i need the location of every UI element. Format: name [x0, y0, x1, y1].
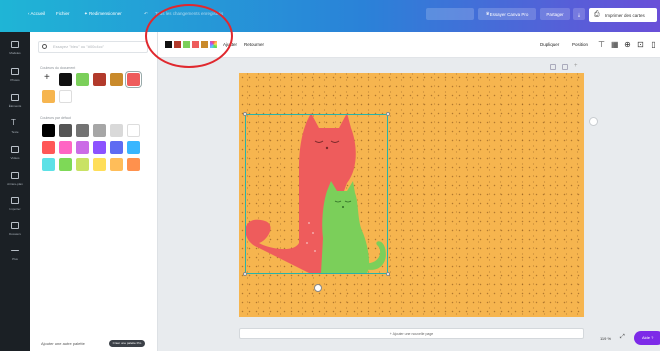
default-swatch[interactable] [59, 158, 72, 171]
default-swatch[interactable] [59, 141, 72, 154]
video-icon [11, 146, 19, 153]
default-swatch[interactable] [76, 158, 89, 171]
duplicate-button[interactable]: Dupliquer [540, 42, 559, 47]
rail-item-video[interactable]: Vidéos [0, 143, 30, 169]
page-copy-icon[interactable] [562, 64, 568, 70]
background-icon [11, 172, 19, 179]
print-button[interactable]: ⎙ Imprimer des cartes [589, 8, 657, 22]
default-swatch[interactable] [76, 124, 89, 137]
file-menu[interactable]: Fichier [56, 11, 70, 16]
page-more-icon[interactable]: + [574, 63, 580, 70]
fullscreen-icon[interactable]: ⤢ [620, 334, 625, 341]
doc-swatch[interactable] [76, 73, 89, 86]
text-icon: T [11, 118, 16, 127]
undo-icon[interactable]: ↶ [144, 11, 148, 17]
add-color-button[interactable]: + [44, 72, 50, 83]
color-search-input[interactable]: Essayez "bleu" ou "#00c4cc" [38, 41, 148, 53]
link-icon[interactable]: ⊕ [624, 41, 631, 49]
default-swatch[interactable] [127, 124, 140, 137]
default-swatch[interactable] [127, 158, 140, 171]
add-palette-link[interactable]: Ajouter une autre palette [41, 341, 85, 346]
doc-swatch[interactable] [93, 73, 106, 86]
resize-menu[interactable]: ✦ Redimensionner [84, 11, 122, 17]
resize-handle[interactable] [243, 272, 247, 276]
rail-item-photos[interactable]: Photos [0, 65, 30, 91]
rail-item-text[interactable]: T Texte [0, 117, 30, 143]
doc-swatch[interactable] [110, 73, 123, 86]
default-colors-title: Couleurs par défaut [40, 116, 71, 120]
help-button[interactable]: Aide ? [634, 331, 660, 345]
annotation-circle [145, 4, 233, 68]
default-swatch[interactable] [59, 124, 72, 137]
trash-icon[interactable]: ▯ [650, 41, 657, 49]
resize-handle[interactable] [386, 272, 390, 276]
rotate-handle-icon[interactable] [314, 284, 322, 292]
selection-box [245, 114, 388, 274]
editor-toolbar: Ajuster Retourner Dupliquer Position ⊤ ▦… [158, 32, 660, 58]
download-icon[interactable]: ⤓ [573, 8, 585, 20]
upload-icon [11, 197, 19, 204]
doc-swatch[interactable] [59, 90, 72, 103]
doc-swatch[interactable] [59, 73, 72, 86]
rail-item-more[interactable]: Plus [0, 244, 30, 270]
add-page-button[interactable]: + Ajouter une nouvelle page [239, 328, 584, 339]
folder-icon [11, 222, 19, 229]
more-icon [11, 250, 19, 251]
doc-swatch[interactable] [42, 90, 55, 103]
rail-item-folders[interactable]: Dossiers [0, 219, 30, 245]
home-link[interactable]: ‹ Accueil [28, 11, 45, 16]
rail-item-background[interactable]: Arrière-plan [0, 169, 30, 195]
templates-icon [11, 41, 19, 48]
default-swatch[interactable] [110, 141, 123, 154]
zoom-level[interactable]: 119 % [600, 336, 611, 341]
doc-colors-title: Couleurs du document [40, 66, 76, 70]
resize-handle[interactable] [386, 112, 390, 116]
default-swatch[interactable] [42, 141, 55, 154]
left-rail: Modèles Photos Éléments T Texte Vidéos Ar… [0, 32, 30, 351]
elements-icon [11, 94, 19, 101]
share-button[interactable]: Partager [540, 8, 570, 20]
default-swatch[interactable] [42, 158, 55, 171]
default-swatch[interactable] [110, 124, 123, 137]
position-button[interactable]: Position [572, 42, 588, 47]
default-swatch[interactable] [93, 124, 106, 137]
page-lock-icon[interactable] [550, 64, 556, 70]
search-icon [42, 44, 47, 49]
doc-swatch-selected[interactable] [125, 71, 142, 88]
upgrade-button[interactable]: ♛ Essayer Canva Pro [478, 8, 536, 20]
lock-icon[interactable]: ⊡ [637, 41, 644, 49]
rail-item-upload[interactable]: Importer [0, 194, 30, 220]
default-swatch[interactable] [110, 158, 123, 171]
paint-roller-icon[interactable]: ⊤ [598, 41, 605, 49]
rail-item-elements[interactable]: Éléments [0, 91, 30, 117]
create-palette-button[interactable]: Créer une palette Pro [109, 340, 145, 347]
photos-icon [11, 68, 19, 75]
resize-handle[interactable] [243, 112, 247, 116]
rail-item-templates[interactable]: Modèles [0, 38, 30, 64]
color-panel: Essayez "bleu" ou "#00c4cc" Couleurs du … [30, 32, 158, 351]
rotate-icon[interactable] [589, 117, 598, 126]
print-icon: ⎙ [594, 11, 600, 18]
top-bar: ‹ Accueil Fichier ✦ Redimensionner ↶ Tou… [0, 0, 660, 32]
default-swatch[interactable] [76, 141, 89, 154]
doc-title[interactable] [426, 8, 474, 20]
default-swatch[interactable] [93, 158, 106, 171]
default-swatch[interactable] [42, 124, 55, 137]
retourner-button[interactable]: Retourner [244, 42, 264, 47]
default-swatch[interactable] [127, 141, 140, 154]
transparency-icon[interactable]: ▦ [611, 41, 619, 49]
default-swatch[interactable] [93, 141, 106, 154]
